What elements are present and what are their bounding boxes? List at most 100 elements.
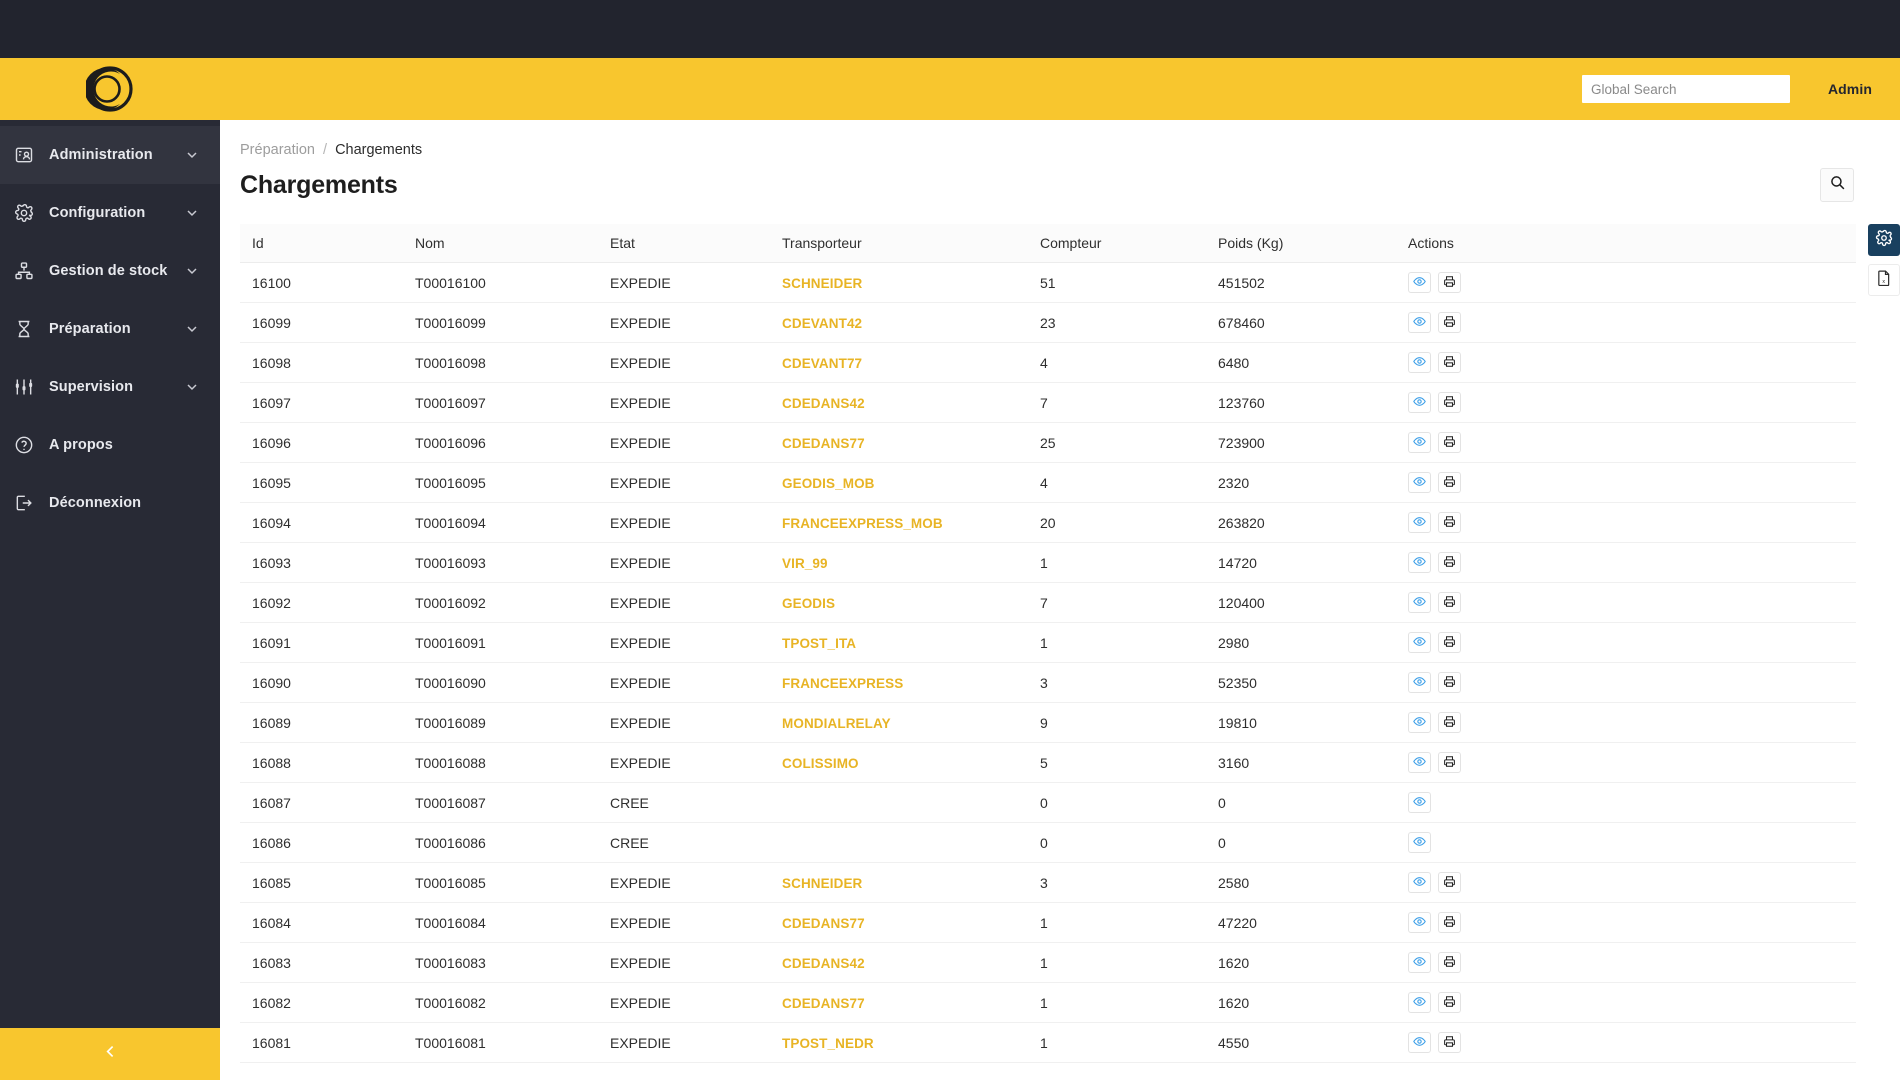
view-row-button[interactable] (1408, 352, 1431, 373)
view-row-button[interactable] (1408, 312, 1431, 333)
cell-actions (1408, 862, 1856, 903)
column-header-nom[interactable]: Nom (415, 224, 610, 263)
export-excel-button[interactable]: x (1868, 264, 1900, 296)
printer-icon (1443, 515, 1456, 531)
table-row[interactable]: 16088 T00016088 EXPEDIE COLISSIMO 5 3160 (240, 742, 1856, 783)
print-row-button[interactable] (1438, 992, 1461, 1013)
table-row[interactable]: 16097 T00016097 EXPEDIE CDEDANS42 7 123760 (240, 382, 1856, 423)
print-row-button[interactable] (1438, 432, 1461, 453)
sidebar-item-deconnexion[interactable]: Déconnexion (0, 474, 220, 532)
view-row-button[interactable] (1408, 632, 1431, 653)
sidebar-item-administration[interactable]: Administration (0, 126, 220, 184)
row-action-group (1408, 872, 1856, 893)
table-row[interactable]: 16092 T00016092 EXPEDIE GEODIS 7 120400 (240, 582, 1856, 623)
sidebar-item-configuration[interactable]: Configuration (0, 184, 220, 242)
view-row-button[interactable] (1408, 792, 1431, 813)
sidebar-item-a-propos[interactable]: A propos (0, 416, 220, 474)
cell-transporteur: CDEVANT42 (782, 302, 1040, 343)
table-row[interactable]: 16087 T00016087 CREE 0 0 (240, 782, 1856, 823)
print-row-button[interactable] (1438, 592, 1461, 613)
print-row-button[interactable] (1438, 312, 1461, 333)
cell-nom: T00016081 (415, 1022, 610, 1063)
table-row[interactable]: 16096 T00016096 EXPEDIE CDEDANS77 25 723900 (240, 422, 1856, 463)
view-row-button[interactable] (1408, 512, 1431, 533)
cell-transporteur: CDEVANT77 (782, 342, 1040, 383)
table-row[interactable]: 16098 T00016098 EXPEDIE CDEVANT77 4 6480 (240, 342, 1856, 383)
print-row-button[interactable] (1438, 912, 1461, 933)
table-row[interactable]: 16089 T00016089 EXPEDIE MONDIALRELAY 9 19810 (240, 702, 1856, 743)
column-header-id[interactable]: Id (240, 224, 415, 263)
cell-compteur: 7 (1040, 582, 1218, 623)
cell-compteur: 7 (1040, 382, 1218, 423)
table-search-button[interactable] (1820, 168, 1854, 202)
table-settings-button[interactable] (1868, 224, 1900, 256)
view-row-button[interactable] (1408, 472, 1431, 493)
breadcrumb-separator: / (323, 142, 328, 158)
print-row-button[interactable] (1438, 632, 1461, 653)
cell-id: 16100 (240, 262, 415, 303)
print-row-button[interactable] (1438, 352, 1461, 373)
view-row-button[interactable] (1408, 872, 1431, 893)
column-header-transporteur[interactable]: Transporteur (782, 224, 1040, 263)
table-row[interactable]: 16090 T00016090 EXPEDIE FRANCEEXPRESS 3 52350 (240, 662, 1856, 703)
view-row-button[interactable] (1408, 672, 1431, 693)
app-logo[interactable] (0, 65, 220, 113)
table-row[interactable]: 16100 T00016100 EXPEDIE SCHNEIDER 51 451502 (240, 262, 1856, 303)
print-row-button[interactable] (1438, 392, 1461, 413)
view-row-button[interactable] (1408, 992, 1431, 1013)
print-row-button[interactable] (1438, 1032, 1461, 1053)
sidebar-item-preparation[interactable]: Préparation (0, 300, 220, 358)
table-row[interactable]: 16083 T00016083 EXPEDIE CDEDANS42 1 1620 (240, 942, 1856, 983)
print-row-button[interactable] (1438, 512, 1461, 533)
global-search-input[interactable] (1581, 75, 1790, 103)
table-row[interactable]: 16084 T00016084 EXPEDIE CDEDANS77 1 47220 (240, 902, 1856, 943)
print-row-button[interactable] (1438, 272, 1461, 293)
print-row-button[interactable] (1438, 952, 1461, 973)
column-header-compteur[interactable]: Compteur (1040, 224, 1218, 263)
view-row-button[interactable] (1408, 392, 1431, 413)
view-row-button[interactable] (1408, 432, 1431, 453)
table-row[interactable]: 16094 T00016094 EXPEDIE FRANCEEXPRESS_MOB 20… (240, 502, 1856, 543)
breadcrumb-parent[interactable]: Préparation (240, 142, 315, 158)
eye-icon (1413, 835, 1426, 851)
column-header-poids[interactable]: Poids (Kg) (1218, 224, 1408, 263)
view-row-button[interactable] (1408, 712, 1431, 733)
table-row[interactable]: 16085 T00016085 EXPEDIE SCHNEIDER 3 2580 (240, 862, 1856, 903)
view-row-button[interactable] (1408, 752, 1431, 773)
cell-etat: EXPEDIE (610, 262, 782, 303)
sidebar-item-gestion-de-stock[interactable]: Gestion de stock (0, 242, 220, 300)
admin-user-label[interactable]: Admin (1828, 81, 1872, 97)
table-row[interactable]: 16086 T00016086 CREE 0 0 (240, 822, 1856, 863)
cell-etat: EXPEDIE (610, 382, 782, 423)
row-action-group (1408, 592, 1856, 613)
print-row-button[interactable] (1438, 752, 1461, 773)
view-row-button[interactable] (1408, 912, 1431, 933)
print-row-button[interactable] (1438, 712, 1461, 733)
table-row[interactable]: 16095 T00016095 EXPEDIE GEODIS_MOB 4 2320 (240, 462, 1856, 503)
table-row[interactable]: 16091 T00016091 EXPEDIE TPOST_ITA 1 2980 (240, 622, 1856, 663)
table-row[interactable]: 16093 T00016093 EXPEDIE VIR_99 1 14720 (240, 542, 1856, 583)
table-row[interactable]: 16082 T00016082 EXPEDIE CDEDANS77 1 1620 (240, 982, 1856, 1023)
view-row-button[interactable] (1408, 832, 1431, 853)
column-header-etat[interactable]: Etat (610, 224, 782, 263)
table-row[interactable]: 16081 T00016081 EXPEDIE TPOST_NEDR 1 4550 (240, 1022, 1856, 1063)
print-row-button[interactable] (1438, 672, 1461, 693)
cell-compteur: 1 (1040, 1022, 1218, 1063)
print-row-button[interactable] (1438, 872, 1461, 893)
view-row-button[interactable] (1408, 272, 1431, 293)
cell-etat: EXPEDIE (610, 902, 782, 943)
cell-transporteur: CDEDANS77 (782, 422, 1040, 463)
view-row-button[interactable] (1408, 592, 1431, 613)
sidebar-item-supervision[interactable]: Supervision (0, 358, 220, 416)
table-row[interactable]: 16099 T00016099 EXPEDIE CDEVANT42 23 678460 (240, 302, 1856, 343)
sidebar-collapse-button[interactable] (0, 1028, 220, 1080)
view-row-button[interactable] (1408, 552, 1431, 573)
view-row-button[interactable] (1408, 1032, 1431, 1053)
cell-etat: EXPEDIE (610, 942, 782, 983)
cell-nom: T00016090 (415, 662, 610, 703)
cell-compteur: 25 (1040, 422, 1218, 463)
cell-transporteur: GEODIS (782, 582, 1040, 623)
print-row-button[interactable] (1438, 472, 1461, 493)
print-row-button[interactable] (1438, 552, 1461, 573)
view-row-button[interactable] (1408, 952, 1431, 973)
